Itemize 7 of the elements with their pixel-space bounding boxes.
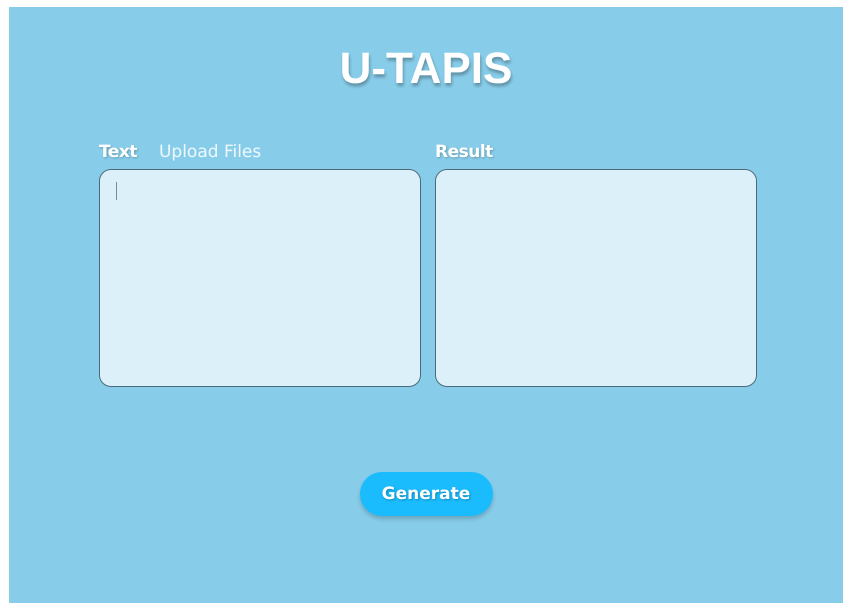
input-tab[interactable]: Upload Files [158,142,262,162]
app-title: U-TAPIS [340,45,512,93]
text-cursor [116,182,117,200]
input-tab[interactable]: Text [99,142,137,162]
generate-button[interactable]: Generate [360,472,492,516]
result-label: Result [435,142,493,162]
text-input-field[interactable] [99,169,421,387]
